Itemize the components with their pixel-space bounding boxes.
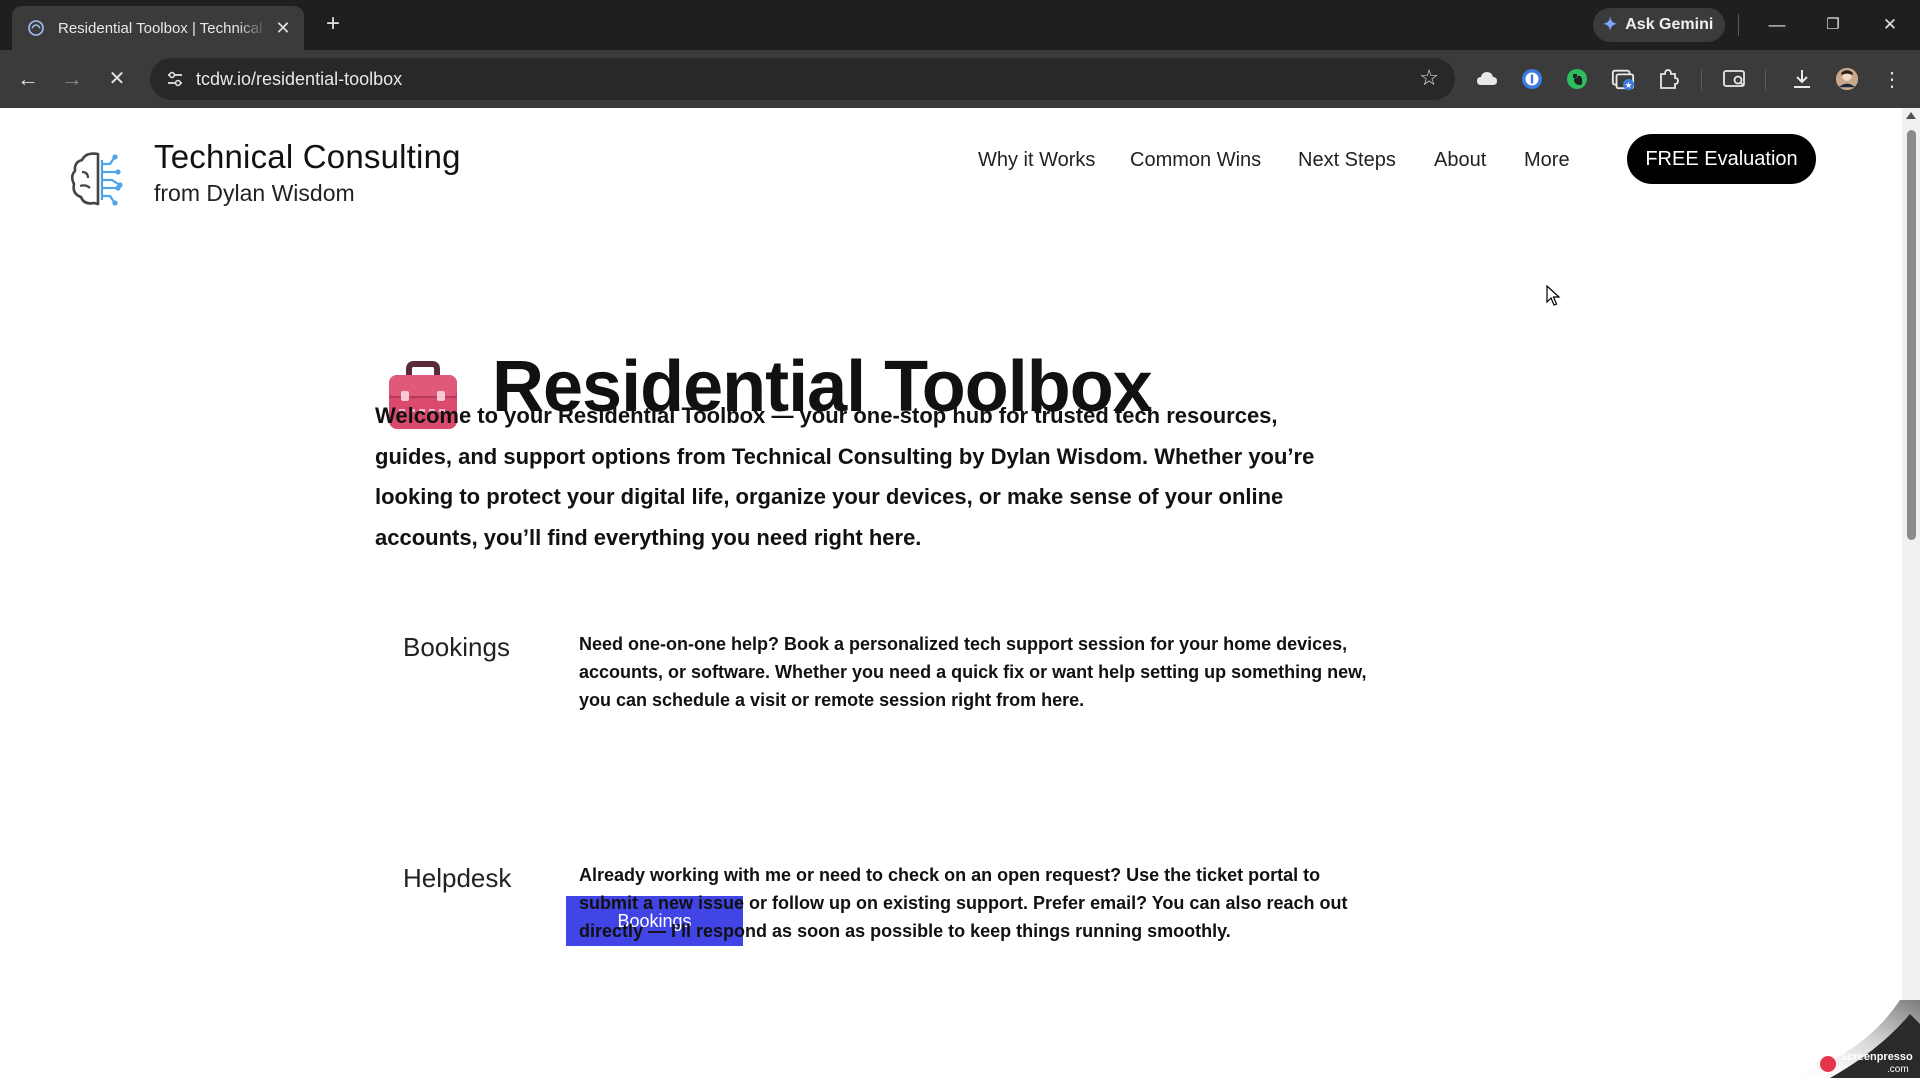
- download-icon[interactable]: [1790, 67, 1814, 91]
- nav-link-about[interactable]: About: [1434, 149, 1486, 172]
- screenpresso-logo-icon: [1820, 1056, 1836, 1072]
- tab-close-icon[interactable]: ✕: [272, 18, 294, 39]
- ask-gemini-label: Ask Gemini: [1625, 16, 1714, 33]
- gemini-sparkle-icon: ✦: [1603, 15, 1618, 34]
- nav-link-next-steps[interactable]: Next Steps: [1298, 149, 1396, 172]
- side-panel-search-icon[interactable]: [1723, 67, 1747, 91]
- toolbar-divider: [1765, 70, 1766, 90]
- browser-toolbar: ← → ✕ tcdw.io/residential-toolbox ☆ ★ ⋮: [0, 50, 1920, 108]
- nav-link-why-it-works[interactable]: Why it Works: [978, 149, 1095, 172]
- svg-text:★: ★: [1625, 80, 1632, 90]
- restore-window-button[interactable]: ❐: [1813, 10, 1853, 40]
- ask-gemini-button[interactable]: ✦ Ask Gemini: [1593, 8, 1725, 42]
- free-evaluation-button[interactable]: FREE Evaluation: [1627, 134, 1816, 184]
- back-button[interactable]: ←: [13, 64, 43, 94]
- bookings-heading: Bookings: [403, 632, 510, 662]
- screenpresso-watermark: Screenpresso .com: [1780, 1000, 1920, 1078]
- bookmark-star-icon[interactable]: ☆: [1419, 65, 1439, 91]
- titlebar-divider: [1738, 14, 1739, 36]
- new-tab-button[interactable]: +: [318, 10, 348, 40]
- url-text[interactable]: tcdw.io/residential-toolbox: [196, 69, 402, 90]
- site-subtitle: from Dylan Wisdom: [154, 180, 355, 206]
- chrome-menu-icon[interactable]: ⋮: [1880, 67, 1904, 91]
- nav-link-more[interactable]: More: [1524, 149, 1570, 172]
- browser-titlebar: Residential Toolbox | Technical Consulti…: [0, 0, 1920, 50]
- tab-manager-icon[interactable]: ★: [1611, 67, 1635, 91]
- toolbar-divider: [1701, 70, 1702, 90]
- close-window-button[interactable]: ✕: [1870, 10, 1910, 40]
- scrollbar-thumb[interactable]: [1907, 130, 1916, 540]
- brain-circuit-logo-icon[interactable]: [68, 148, 130, 210]
- minimize-window-button[interactable]: —: [1757, 10, 1797, 40]
- web-page: Technical Consulting from Dylan Wisdom W…: [0, 108, 1902, 1078]
- helpdesk-description: Already working with me or need to check…: [579, 865, 1348, 941]
- mouse-cursor-icon: [1546, 285, 1561, 306]
- scroll-up-arrow-icon[interactable]: [1906, 112, 1916, 119]
- site-favicon-icon: [26, 18, 46, 38]
- nav-link-common-wins[interactable]: Common Wins: [1130, 149, 1261, 172]
- page-scrollbar[interactable]: [1902, 108, 1920, 1078]
- tab-title: Residential Toolbox | Technical Consulti…: [58, 19, 268, 37]
- cloud-icon[interactable]: [1475, 67, 1499, 91]
- password-manager-icon[interactable]: [1520, 67, 1544, 91]
- helpdesk-heading: Helpdesk: [403, 863, 512, 893]
- intro-paragraph: Welcome to your Residential Toolbox — yo…: [375, 403, 1315, 550]
- evernote-icon[interactable]: [1565, 67, 1589, 91]
- browser-tab-active[interactable]: Residential Toolbox | Technical Consulti…: [12, 6, 304, 50]
- address-bar[interactable]: tcdw.io/residential-toolbox ☆: [150, 58, 1455, 100]
- site-info-icon[interactable]: [164, 68, 186, 90]
- extensions-puzzle-icon[interactable]: [1656, 67, 1680, 91]
- site-title[interactable]: Technical Consulting: [154, 138, 461, 176]
- stop-loading-button[interactable]: ✕: [102, 64, 132, 94]
- svg-text:.com: .com: [1887, 1064, 1909, 1075]
- forward-button[interactable]: →: [57, 64, 87, 94]
- profile-avatar[interactable]: [1835, 67, 1859, 91]
- bookings-description: Need one-on-one help? Book a personalize…: [579, 634, 1367, 710]
- svg-text:Screenpresso: Screenpresso: [1840, 1051, 1913, 1063]
